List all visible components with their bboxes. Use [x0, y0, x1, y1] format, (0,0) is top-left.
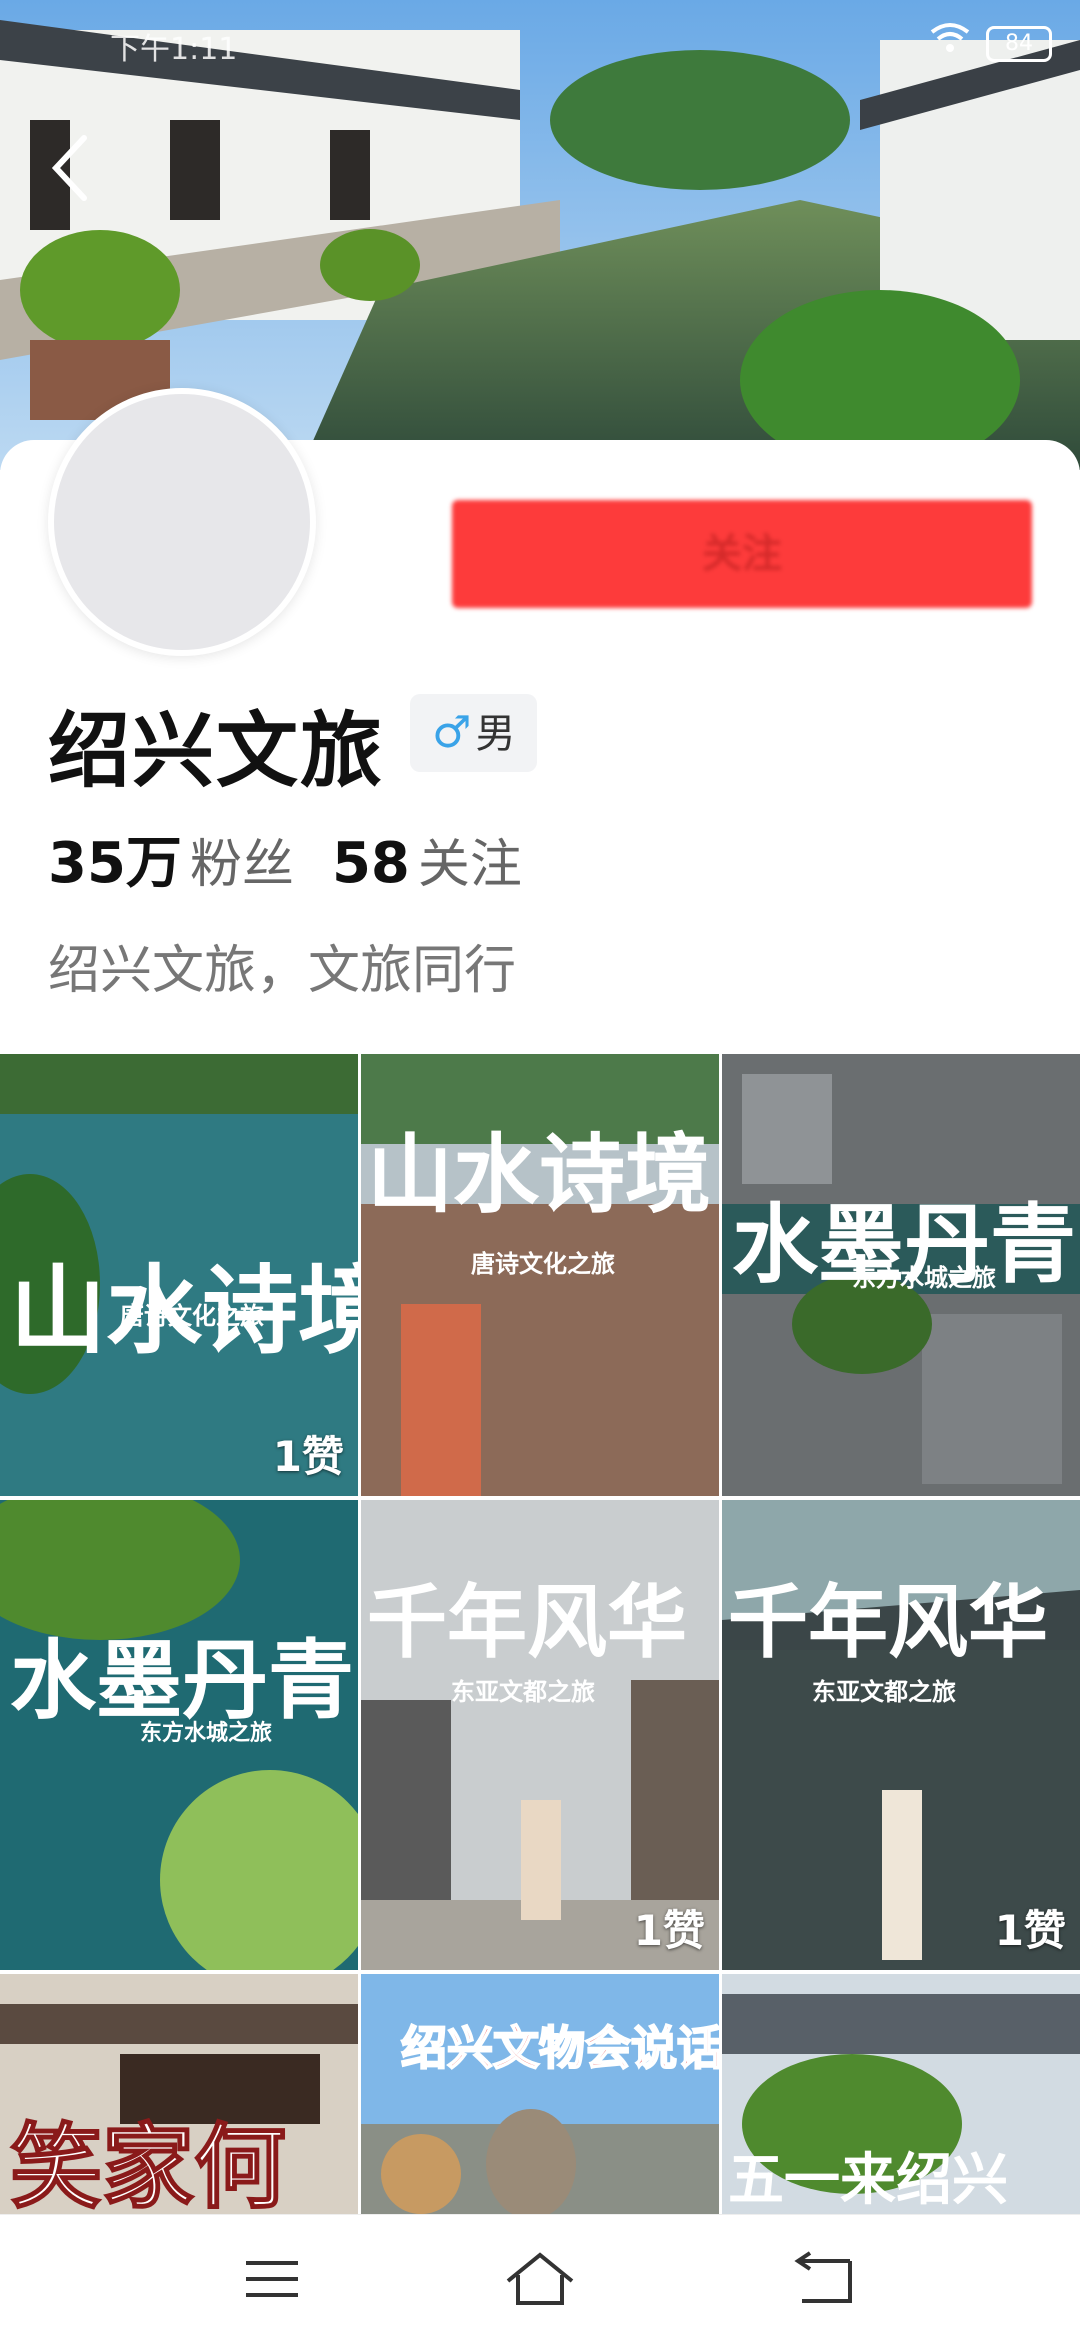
battery-icon: 84 [986, 26, 1052, 62]
male-icon: ♂ [432, 707, 472, 758]
video-title: 水墨丹青 [10, 1630, 354, 1731]
followers-count: 35万 [48, 831, 182, 896]
video-thumbnail[interactable]: 笑家何 [0, 1974, 358, 2214]
video-title: 绍兴文物会说话 [401, 2021, 719, 2075]
system-nav-bar [0, 2214, 1080, 2341]
profile-stats: 35万 粉丝 58 关注 [48, 818, 522, 899]
video-thumbnail[interactable]: 水墨丹青 东方水城之旅 [722, 1054, 1080, 1496]
video-title: 五一来绍兴 [728, 2147, 1008, 2213]
menu-button[interactable] [232, 2245, 312, 2315]
video-subtitle: 唐诗文化之旅 [120, 1302, 264, 1330]
video-thumbnail[interactable]: 山水诗境 唐诗文化之旅 1赞 [0, 1054, 358, 1496]
home-button[interactable] [500, 2245, 580, 2315]
profile-bio: 绍兴文旅，文旅同行 [48, 941, 517, 1001]
menu-icon [246, 2261, 298, 2297]
video-subtitle: 东亚文都之旅 [451, 1678, 595, 1706]
video-title: 山水诗境 [367, 1124, 711, 1225]
video-subtitle: 唐诗文化之旅 [471, 1250, 615, 1278]
video-subtitle: 东方水城之旅 [852, 1264, 996, 1292]
profile-name: 绍兴文旅 [48, 704, 385, 799]
back-nav-button[interactable] [784, 2245, 864, 2315]
video-thumbnail[interactable]: 绍兴文物会说话 [361, 1974, 719, 2214]
following-stat[interactable]: 58 关注 [332, 831, 522, 896]
home-icon [506, 2252, 574, 2305]
followers-stat[interactable]: 35万 粉丝 [48, 831, 294, 896]
video-thumbnail[interactable]: 山水诗境 唐诗文化之旅 [361, 1054, 719, 1496]
video-subtitle: 东亚文都之旅 [812, 1678, 956, 1706]
video-likes: 1赞 [994, 1906, 1066, 1955]
following-label: 关注 [417, 835, 522, 895]
video-thumbnail[interactable]: 水墨丹青 东方水城之旅 [0, 1500, 358, 1970]
back-icon [794, 2251, 852, 2303]
video-thumbnail[interactable]: 千年风华 东亚文都之旅 1赞 [722, 1500, 1080, 1970]
gender-badge: ♂ 男 [410, 694, 538, 772]
video-likes: 1赞 [272, 1432, 344, 1481]
followers-label: 粉丝 [189, 835, 294, 895]
status-time: 下午1:11 [110, 32, 238, 67]
following-count: 58 [331, 831, 410, 896]
back-button[interactable] [44, 128, 104, 208]
video-title: 千年风华 [728, 1575, 1048, 1669]
avatar[interactable] [48, 388, 316, 656]
video-title: 笑家何 [10, 2113, 286, 2214]
video-title: 千年风华 [367, 1575, 687, 1669]
video-likes: 1赞 [633, 1906, 705, 1955]
gender-label: 男 [475, 711, 516, 757]
status-bar: 下午1:11 84 [0, 18, 1080, 68]
video-thumbnail[interactable]: 千年风华 东亚文都之旅 1赞 [361, 1500, 719, 1970]
video-subtitle: 东方水城之旅 [140, 1720, 272, 1746]
chevron-left-icon [51, 135, 87, 201]
follow-button[interactable]: 关注 [452, 500, 1032, 608]
wifi-icon [930, 22, 970, 64]
video-thumbnail[interactable]: 五一来绍兴 [722, 1974, 1080, 2214]
